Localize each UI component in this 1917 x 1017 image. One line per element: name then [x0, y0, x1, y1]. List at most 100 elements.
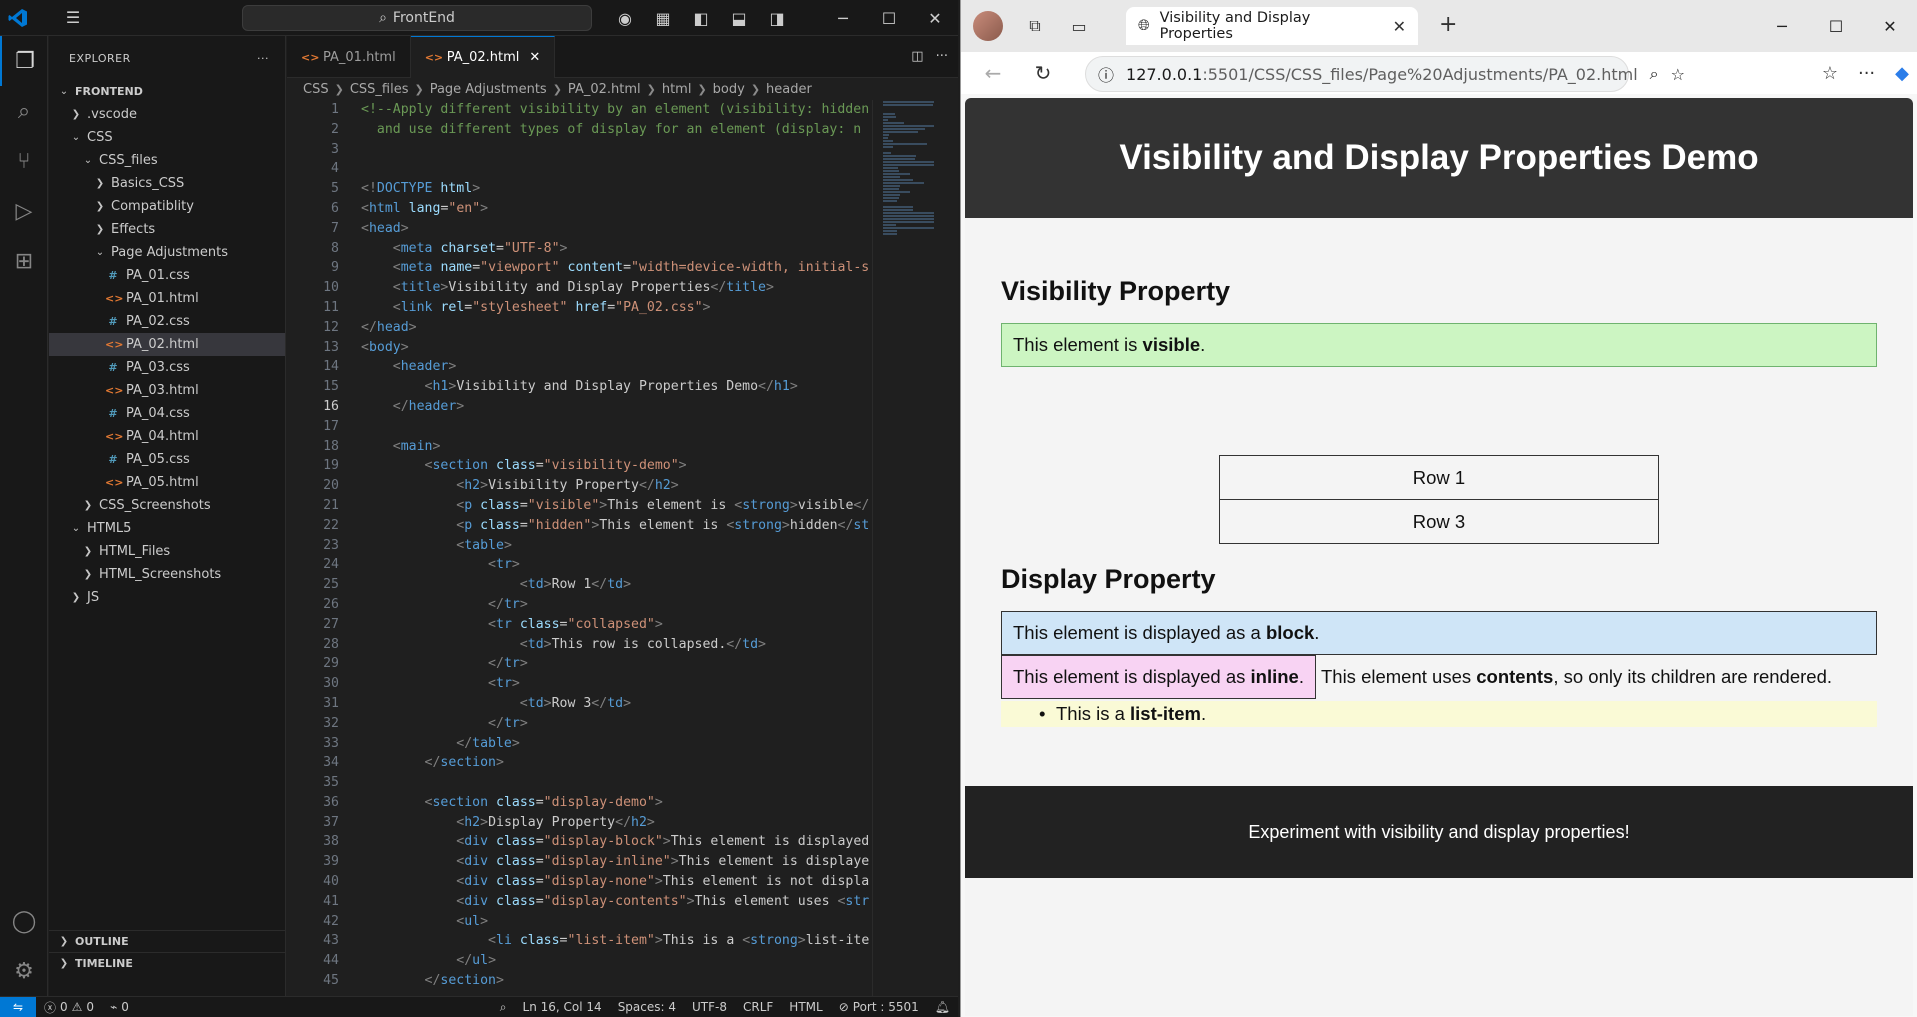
toggle-sidebar-icon[interactable]: ◧ [684, 9, 718, 28]
breadcrumb-item[interactable]: html [662, 82, 692, 97]
tree-item-label: .vscode [87, 107, 137, 122]
more-actions-icon[interactable]: ··· [936, 49, 948, 64]
close-button[interactable]: ✕ [1863, 0, 1917, 52]
tree-item[interactable]: # PA_01.css [49, 264, 285, 287]
tree-item[interactable]: ❯ CSS_Screenshots [49, 494, 285, 517]
split-editor-icon[interactable]: ◫ [911, 49, 923, 64]
minimize-button[interactable]: ─ [820, 0, 866, 36]
tab-pa02-html[interactable]: <> PA_02.html ✕ [410, 36, 556, 78]
copilot-icon[interactable]: ◆ [1895, 63, 1909, 84]
profile-avatar[interactable] [973, 11, 1003, 41]
settings-gear-icon[interactable]: ⚙ [0, 946, 48, 996]
tree-item[interactable]: ❯ Compatiblity [49, 195, 285, 218]
indentation[interactable]: Spaces: 4 [610, 1000, 684, 1014]
cursor-position[interactable]: Ln 16, Col 14 [515, 1000, 610, 1014]
zoom-icon[interactable]: ⌕ [1650, 64, 1659, 84]
new-tab-button[interactable]: + [1439, 12, 1457, 37]
tree-item[interactable]: <> PA_02.html [49, 333, 285, 356]
explorer-icon[interactable]: ❐ [0, 36, 48, 86]
minimap-line [883, 146, 894, 148]
tree-item[interactable]: <> PA_05.html [49, 471, 285, 494]
browser-tab[interactable]: 🌐︎ Visibility and Display Properties ✕ [1126, 7, 1418, 45]
code-editor[interactable]: 1 <!--Apply different visibility by an el… [287, 100, 872, 996]
text: This element uses [1320, 666, 1477, 687]
remote-indicator-icon[interactable]: ⇋ [0, 996, 36, 1017]
maximize-button[interactable]: ☐ [866, 0, 912, 36]
tree-item[interactable]: ⌄ HTML5 [49, 517, 285, 540]
problems-status[interactable]: ⓧ 0 ⚠ 0 [36, 999, 102, 1016]
tree-item[interactable]: # PA_04.css [49, 402, 285, 425]
breadcrumb-item[interactable]: CSS_files [350, 82, 409, 97]
back-arrow-icon[interactable]: ← [971, 61, 1015, 85]
tree-item[interactable]: <> PA_04.html [49, 425, 285, 448]
tree-item[interactable]: ❯ HTML_Files [49, 540, 285, 563]
ports-status[interactable]: ⌁ 0 [102, 1000, 137, 1014]
minimap[interactable] [872, 100, 958, 996]
site-info-icon[interactable]: ⓘ [1098, 62, 1114, 86]
code-token: head [368, 220, 401, 236]
minimize-button[interactable]: ─ [1755, 0, 1809, 52]
more-menu-icon[interactable]: ··· [1858, 63, 1875, 84]
code-token: charset [440, 240, 497, 256]
tree-item[interactable]: # PA_02.css [49, 310, 285, 333]
language-mode[interactable]: HTML [781, 1000, 830, 1014]
tree-item[interactable]: # PA_05.css [49, 448, 285, 471]
line-number: 34 [323, 755, 339, 771]
maximize-button[interactable]: ☐ [1809, 0, 1863, 52]
breadcrumb-item[interactable]: CSS [303, 82, 329, 97]
notifications-bell-icon[interactable]: 🔔︎ [927, 1000, 958, 1014]
tree-item[interactable]: ❯ HTML_Screenshots [49, 563, 285, 586]
tree-item[interactable]: ⌄ CSS_files [49, 149, 285, 172]
copilot-icon[interactable]: ◉ [608, 9, 642, 28]
end-of-line[interactable]: CRLF [735, 1000, 781, 1014]
tree-item[interactable]: # PA_03.css [49, 356, 285, 379]
line-number: 11 [323, 299, 339, 315]
favorite-star-icon[interactable]: ☆ [1671, 65, 1685, 84]
tab-actions-icon[interactable]: ▭ [1057, 17, 1101, 36]
outline-section[interactable]: ❯ OUTLINE [49, 930, 286, 952]
tree-item[interactable]: ❯ JS [49, 586, 285, 609]
tree-item[interactable]: ⌄ CSS [49, 126, 285, 149]
toggle-secondary-sidebar-icon[interactable]: ◨ [760, 9, 794, 28]
tree-item[interactable]: <> PA_03.html [49, 379, 285, 402]
toggle-panel-icon[interactable]: ⬓ [722, 9, 756, 28]
close-tab-icon[interactable]: ✕ [529, 50, 540, 65]
code-token: > [519, 715, 528, 731]
tree-item[interactable]: ⌄ Page Adjustments [49, 241, 285, 264]
code-line: 1 <!--Apply different visibility by an el… [287, 100, 872, 120]
refresh-icon[interactable]: ↻ [1021, 61, 1065, 85]
address-bar[interactable]: ⓘ 127.0.0.1:5501/CSS/CSS_files/Page%20Ad… [1085, 56, 1685, 92]
tree-item[interactable]: ❯ .vscode [49, 103, 285, 126]
code-line: 26 </tr> [287, 595, 872, 615]
close-tab-icon[interactable]: ✕ [1393, 17, 1406, 36]
menu-icon[interactable]: ☰ [56, 8, 90, 27]
account-icon[interactable]: ◯ [0, 896, 48, 946]
source-control-icon[interactable]: ⑂ [0, 136, 48, 186]
tree-item[interactable]: ❯ Basics_CSS [49, 172, 285, 195]
timeline-section[interactable]: ❯ TIMELINE [49, 952, 286, 974]
more-actions-icon[interactable]: ··· [257, 52, 269, 65]
code-token: > [686, 893, 695, 909]
close-button[interactable]: ✕ [912, 0, 958, 36]
run-debug-icon[interactable]: ▷ [0, 186, 48, 236]
command-center-search[interactable]: ⌕ FrontEnd [242, 5, 592, 31]
favorites-icon[interactable]: ☆ [1822, 63, 1838, 84]
tree-item[interactable]: <> PA_01.html [49, 287, 285, 310]
search-view-icon[interactable]: ⌕ [0, 86, 48, 136]
zoom-icon[interactable]: ⌕ [492, 1000, 515, 1015]
tree-item[interactable]: ❯ Effects [49, 218, 285, 241]
line-content: <h2>Visibility Property</h2> [339, 476, 678, 496]
tab-pa01-html[interactable]: <> PA_01.html [287, 36, 411, 78]
workspaces-icon[interactable]: ⧉ [1013, 16, 1057, 36]
breadcrumb-item[interactable]: header [766, 82, 812, 97]
live-server-port[interactable]: ⊘ Port : 5501 [831, 1000, 927, 1014]
breadcrumb-item[interactable]: Page Adjustments [430, 82, 547, 97]
layout-customize-icon[interactable]: ▦ [646, 9, 680, 28]
breadcrumb-item[interactable]: body [713, 82, 745, 97]
extensions-icon[interactable]: ⊞ [0, 236, 48, 286]
tree-item-label: PA_03.html [126, 383, 199, 398]
encoding[interactable]: UTF-8 [684, 1000, 735, 1014]
tree-item[interactable]: ⌄ FRONTEND [49, 80, 285, 103]
breadcrumb-item[interactable]: PA_02.html [568, 82, 641, 97]
code-line: 27 <tr class="collapsed"> [287, 615, 872, 635]
